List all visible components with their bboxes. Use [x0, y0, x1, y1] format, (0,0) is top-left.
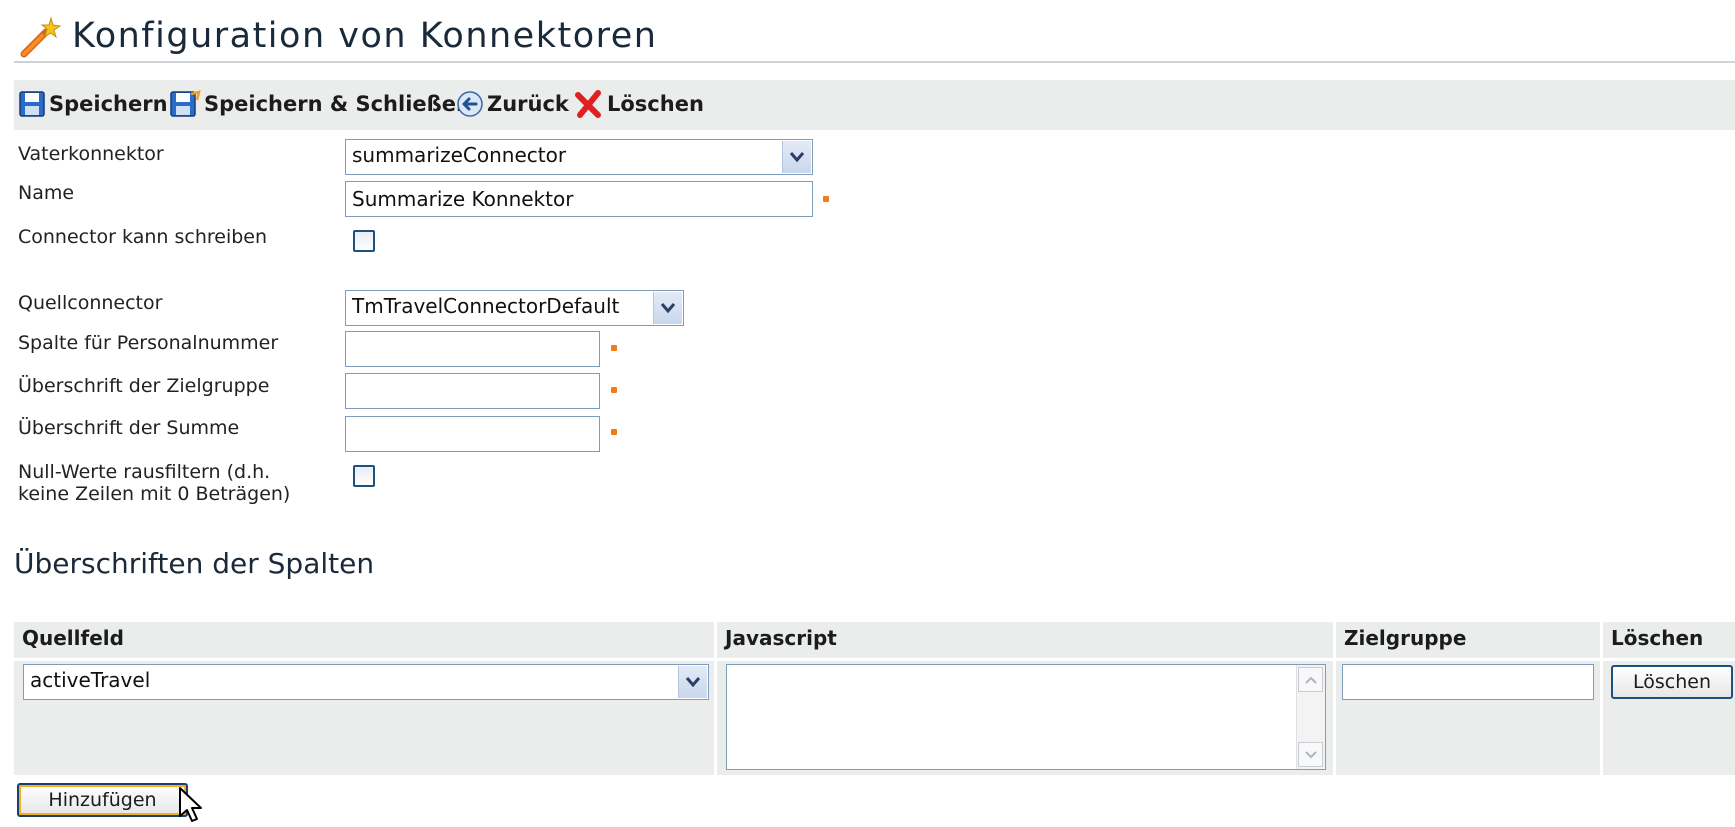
parent-connector-value: summarizeConnector: [352, 143, 567, 167]
filter-nulls-checkbox[interactable]: [353, 465, 375, 487]
parent-connector-select[interactable]: summarizeConnector: [345, 139, 813, 175]
filter-nulls-label-line2: keine Zeilen mit 0 Beträgen): [18, 483, 291, 505]
delete-label: Löschen: [607, 92, 704, 116]
required-marker: [823, 196, 829, 202]
header-divider: [14, 61, 1735, 63]
can-write-label: Connector kann schreiben: [18, 226, 268, 248]
required-marker: [611, 345, 617, 351]
table-header-javascript: Javascript: [717, 622, 1333, 658]
table-cell-javascript: [717, 661, 1333, 775]
source-connector-select[interactable]: TmTravelConnectorDefault: [345, 290, 684, 326]
source-field-value: activeTravel: [30, 668, 151, 692]
row-delete-button[interactable]: Löschen: [1611, 665, 1733, 699]
table-header-delete: Löschen: [1603, 622, 1735, 658]
personnel-column-input[interactable]: [345, 331, 600, 367]
save-close-label: Speichern & Schließen: [204, 92, 471, 116]
javascript-textarea[interactable]: [726, 664, 1326, 770]
save-close-button[interactable]: Speichern & Schließen: [169, 89, 471, 119]
chevron-down-icon: [782, 141, 811, 173]
scroll-up-icon[interactable]: [1298, 667, 1323, 692]
textarea-scrollbar[interactable]: [1296, 665, 1325, 769]
table-header-source-field: Quellfeld: [14, 622, 714, 658]
save-label: Speichern: [49, 92, 168, 116]
required-marker: [611, 429, 617, 435]
mouse-cursor-icon: [179, 787, 202, 822]
table-row: activeTravel: [14, 661, 714, 775]
table-cell-target-group: [1336, 661, 1600, 775]
columns-section-heading: Überschriften der Spalten: [14, 547, 375, 580]
scroll-down-icon[interactable]: [1298, 742, 1323, 767]
table-header-target-group: Zielgruppe: [1336, 622, 1600, 658]
name-label: Name: [18, 182, 75, 204]
can-write-checkbox[interactable]: [353, 230, 375, 252]
source-connector-label: Quellconnector: [18, 292, 163, 314]
save-button[interactable]: Speichern: [18, 89, 168, 119]
sum-heading-input[interactable]: [345, 416, 600, 452]
page-header: Konfiguration von Konnektoren: [14, 10, 1735, 66]
filter-nulls-label-line1: Null-Werte rausfiltern (d.h.: [18, 461, 271, 483]
filter-nulls-label: Null-Werte rausfiltern (d.h. keine Zeile…: [18, 461, 290, 505]
target-group-heading-label: Überschrift der Zielgruppe: [18, 375, 270, 397]
sum-heading-label: Überschrift der Summe: [18, 417, 240, 439]
chevron-down-icon: [678, 666, 707, 698]
delete-button[interactable]: Löschen: [574, 89, 704, 119]
toolbar: Speichern Speichern & Schließen Zurück L…: [14, 80, 1735, 130]
parent-connector-label: Vaterkonnektor: [18, 143, 164, 165]
floppy-disk-close-icon: [170, 90, 201, 117]
floppy-disk-icon: [19, 91, 45, 117]
back-label: Zurück: [487, 92, 569, 116]
required-marker: [611, 387, 617, 393]
chevron-down-icon: [653, 292, 682, 324]
target-group-input[interactable]: [1342, 664, 1594, 700]
page-title: Konfiguration von Konnektoren: [72, 16, 658, 56]
table-cell-delete: Löschen: [1603, 661, 1735, 775]
personnel-column-label: Spalte für Personalnummer: [18, 332, 279, 354]
source-field-select[interactable]: activeTravel: [23, 664, 709, 700]
back-button[interactable]: Zurück: [456, 89, 569, 119]
name-input[interactable]: [345, 181, 813, 217]
red-x-icon: [575, 90, 601, 118]
add-button[interactable]: Hinzufügen: [17, 783, 188, 817]
magic-wand-icon: [18, 16, 62, 60]
back-arrow-icon: [457, 91, 483, 117]
source-connector-value: TmTravelConnectorDefault: [352, 294, 620, 318]
target-group-heading-input[interactable]: [345, 373, 600, 409]
